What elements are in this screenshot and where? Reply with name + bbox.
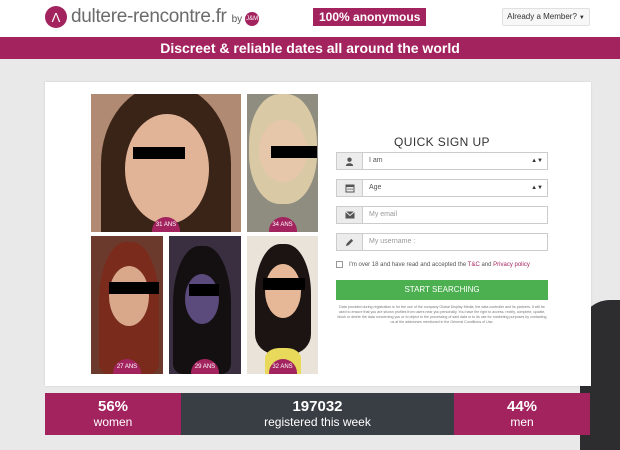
caret-down-icon: ▼: [578, 15, 585, 21]
profile-photo[interactable]: 32 ANS: [247, 236, 318, 374]
gender-value[interactable]: I am ▲▼: [362, 152, 548, 170]
photo-face: [185, 274, 219, 324]
profile-photo[interactable]: 29 ANS: [169, 236, 241, 374]
terms-text: I'm over 18 and have read and accepted t…: [349, 261, 530, 268]
pencil-icon: [336, 233, 362, 251]
privacy-link[interactable]: Privacy policy: [493, 262, 530, 268]
privacy-bar: [109, 282, 159, 294]
stat-value: 44%: [506, 398, 538, 415]
stat-value: 56%: [97, 398, 129, 415]
age-select[interactable]: Age ▲▼: [336, 179, 548, 197]
select-arrows-icon: ▲▼: [531, 158, 543, 164]
photo-face: [109, 266, 149, 326]
stat-registered: 197032 registered this week: [181, 393, 454, 435]
anonymous-badge: 100% anonymous: [313, 8, 427, 26]
privacy-bar: [189, 284, 219, 296]
privacy-bar: [263, 278, 305, 290]
already-member-button[interactable]: Already a Member? ▼: [502, 8, 590, 26]
calendar-icon: [336, 179, 362, 197]
age-badge: 34 ANS: [268, 217, 297, 232]
logo-icon: Λ: [45, 6, 67, 28]
select-arrows-icon: ▲▼: [531, 185, 543, 191]
profile-photo[interactable]: 31 ANS: [91, 94, 241, 232]
stat-label: women: [93, 415, 133, 429]
photo-face: [125, 114, 209, 224]
privacy-bar: [133, 147, 185, 159]
stats-bar: 56% women 197032 registered this week 44…: [45, 393, 591, 435]
profile-photo[interactable]: 34 ANS: [247, 94, 318, 232]
logo-by: by: [231, 13, 243, 25]
site-logo[interactable]: Λ dultere-rencontre.fr by J&M: [45, 6, 260, 28]
signup-form: QUICK SIGN UP I am ▲▼ Age ▲▼ My email My u…: [336, 135, 548, 324]
gender-select[interactable]: I am ▲▼: [336, 152, 548, 170]
terms-row: I'm over 18 and have read and accepted t…: [336, 261, 548, 268]
envelope-icon: [336, 206, 362, 224]
stat-label: registered this week: [264, 415, 371, 429]
profile-photo[interactable]: 27 ANS: [91, 236, 163, 374]
stat-men: 44% men: [454, 393, 590, 435]
email-field[interactable]: My email: [336, 206, 548, 224]
site-header: Λ dultere-rencontre.fr by J&M 100% anony…: [0, 0, 620, 37]
email-input[interactable]: My email: [362, 206, 548, 224]
logo-text: dultere-rencontre.fr: [71, 6, 227, 27]
privacy-bar: [271, 146, 317, 158]
start-searching-button[interactable]: START SEARCHING: [336, 280, 548, 300]
already-member-label: Already a Member?: [507, 12, 577, 21]
terms-checkbox[interactable]: [336, 261, 343, 268]
age-value[interactable]: Age ▲▼: [362, 179, 548, 197]
stat-women: 56% women: [45, 393, 181, 435]
tagline-banner: Discreet & reliable dates all around the…: [0, 37, 620, 59]
username-field[interactable]: My username :: [336, 233, 548, 251]
partner-badge: J&M: [245, 12, 260, 26]
username-input[interactable]: My username :: [362, 233, 548, 251]
tc-link[interactable]: T&C: [468, 262, 480, 268]
legal-fine-print: Data provided during registration is for…: [337, 305, 547, 324]
form-title: QUICK SIGN UP: [394, 135, 490, 149]
stat-label: men: [510, 415, 534, 429]
stat-value: 197032: [292, 398, 343, 415]
user-icon: [336, 152, 362, 170]
photo-face: [265, 264, 301, 318]
